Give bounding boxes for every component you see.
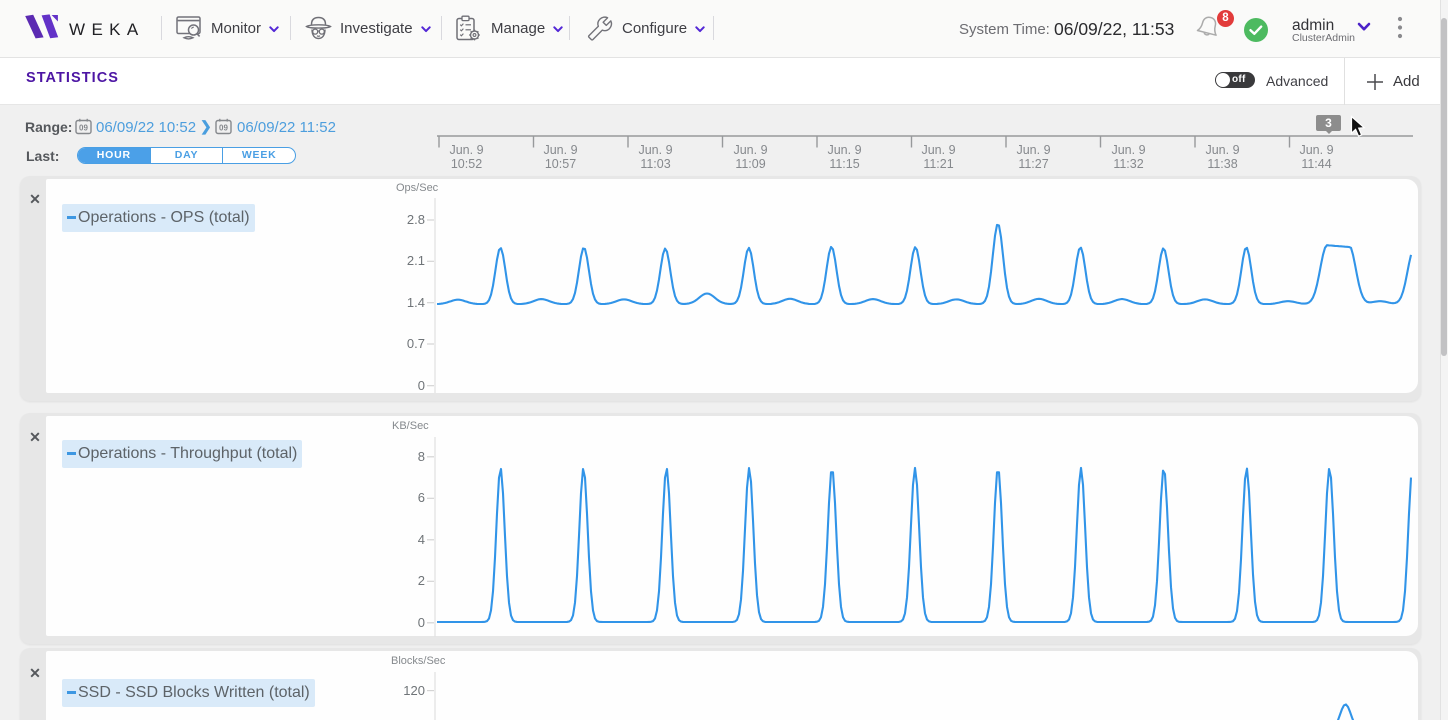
svg-text:09: 09: [219, 124, 228, 133]
svg-text:09: 09: [79, 124, 88, 133]
